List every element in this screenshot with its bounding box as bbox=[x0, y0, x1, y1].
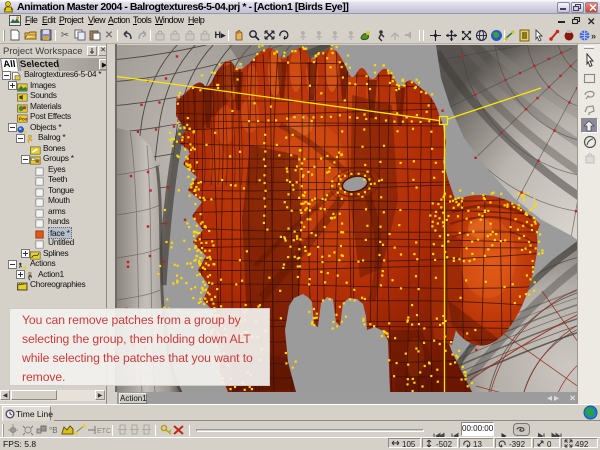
svg-text:°B: °B bbox=[49, 426, 58, 435]
svg-text:ETC: ETC bbox=[97, 428, 111, 435]
svg-text:Post: Post bbox=[19, 117, 28, 123]
